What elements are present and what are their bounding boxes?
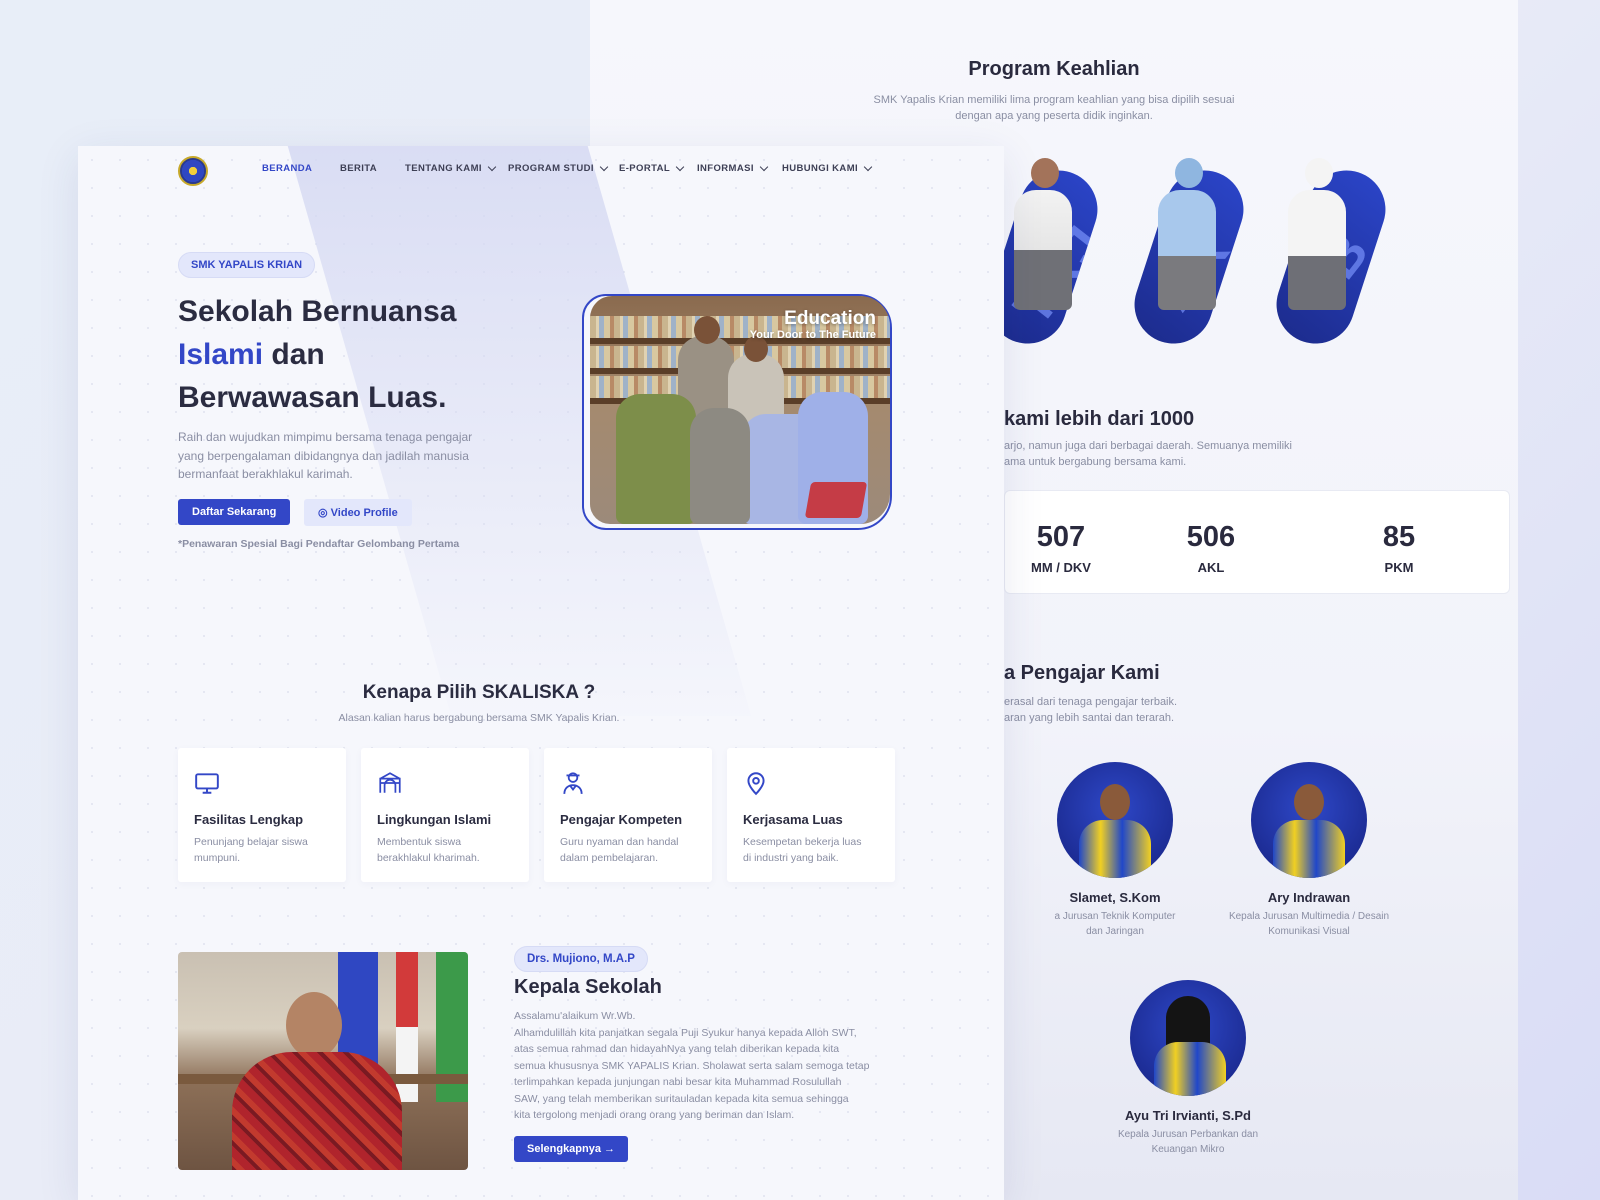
teacher-card[interactable]: Ayu Tri Irvianti, S.Pd Kepala Jurusan Pe… [1053, 980, 1323, 1157]
nav-berita[interactable]: BERITA [340, 163, 377, 174]
feature-card-kerjasama[interactable]: Kerjasama Luas Kesempetan bekerja luas di… [727, 748, 895, 882]
stat-mm-dkv: 507 MM / DKV [989, 521, 1133, 575]
teachers-title: a Pengajar Kami [1004, 662, 1160, 684]
hero-badge: SMK YAPALIS KRIAN [178, 252, 316, 278]
students-title: kami lebih dari 1000 [1004, 408, 1195, 430]
principal-message: Assalamu'alaikum Wr.Wb. Alhamdulillah ki… [514, 1010, 870, 1121]
students-subtitle: arjo, namun juga dari berbagai daerah. S… [1004, 440, 1292, 468]
avatar [1130, 980, 1246, 1096]
stat-pkm: 85 PKM [1327, 521, 1471, 575]
principal-photo [178, 952, 468, 1170]
stat-akl: 506 AKL [1139, 521, 1283, 575]
feature-card-fasilitas[interactable]: Fasilitas Lengkap Penunjang belajar sisw… [178, 748, 346, 882]
student-figure [1158, 158, 1220, 310]
hero-image-title: Education [784, 308, 876, 329]
feature-description: Penunjang belajar siswa mumpuni. [194, 836, 308, 864]
why-title: Kenapa Pilih SKALISKA ? [362, 682, 596, 703]
feature-title: Fasilitas Lengkap [194, 812, 304, 827]
principal-name-badge: Drs. Mujiono, M.A.P [514, 946, 648, 972]
daftar-sekarang-button[interactable]: Daftar Sekarang [178, 499, 291, 525]
feature-description: Guru nyaman dan handal dalam pembelajaran… [560, 836, 679, 864]
chevron-down-icon [675, 162, 685, 171]
stat-value: 85 [1382, 521, 1416, 553]
principal-title: Kepala Sekolah [514, 976, 662, 998]
nav-hubungi-kami[interactable]: HUBUNGI KAMI [782, 162, 873, 174]
chevron-down-icon [863, 162, 873, 171]
hero-title-highlight: Islami [178, 338, 264, 371]
hero-image: Education Your Door to The Future [590, 296, 890, 524]
nav-e-portal[interactable]: E-PORTAL [619, 162, 685, 174]
feature-card-lingkungan[interactable]: Lingkungan Islami Membentuk siswa berakhl… [361, 748, 529, 882]
stat-label: PKM [1384, 560, 1414, 575]
nav-beranda[interactable]: BERANDA [262, 163, 312, 174]
why-subtitle: Alasan kalian harus bergabung bersama SM… [338, 712, 620, 724]
chevron-down-icon [599, 162, 609, 171]
promo-note: *Penawaran Spesial Bagi Pendaftar Gelomb… [178, 538, 460, 550]
teachers-subtitle: erasal dari tenaga pengajar terbaik. ara… [1004, 696, 1178, 724]
hero-image-subtitle: Your Door to The Future [749, 329, 876, 341]
front-page: BERANDA BERITA TENTANG KAMI PROGRAM STUD… [78, 146, 1004, 1200]
program-subtitle: SMK Yapalis Krian memiliki lima program … [873, 94, 1235, 122]
teacher-role: Kepala Jurusan Perbankan dan Keuangan Mi… [1117, 1129, 1259, 1155]
avatar [1057, 762, 1173, 878]
teacher-icon [563, 772, 583, 794]
student-figure [1014, 158, 1076, 310]
selengkapnya-button[interactable]: Selengkapnya → [514, 1136, 629, 1162]
feature-title: Pengajar Kompeten [560, 812, 683, 827]
feature-title: Kerjasama Luas [743, 812, 843, 827]
hero-description: Raih dan wujudkan mimpimu bersama tenaga… [178, 430, 473, 481]
feature-description: Membentuk siswa berakhlakul kharimah. [377, 836, 480, 864]
monitor-icon [195, 773, 219, 794]
school-logo[interactable] [178, 156, 208, 186]
feature-card-pengajar[interactable]: Pengajar Kompeten Guru nyaman dan handal… [544, 748, 712, 882]
chevron-down-icon [487, 162, 497, 171]
hero-title: Sekolah Bernuansa Islami dan Berwawasan … [178, 295, 457, 414]
avatar [1251, 762, 1367, 878]
stat-value: 506 [1186, 521, 1236, 553]
nav-informasi[interactable]: INFORMASI [697, 162, 769, 174]
feature-description: Kesempetan bekerja luas di industri yang … [743, 836, 862, 864]
feature-title: Lingkungan Islami [377, 812, 492, 827]
video-profile-button[interactable]: ◎ Video Profile [304, 499, 412, 526]
chevron-down-icon [759, 162, 769, 171]
teacher-name: Ary Indrawan [1267, 890, 1351, 905]
teacher-role: Kepala Jurusan Multimedia / Desain Komun… [1228, 911, 1390, 937]
map-pin-icon [747, 772, 765, 796]
stat-label: MM / DKV [1031, 560, 1091, 575]
stat-value: 507 [1036, 521, 1086, 553]
stat-label: AKL [1197, 560, 1225, 575]
stats-box: 507 MM / DKV 506 AKL 85 PKM [1004, 490, 1510, 594]
teacher-card[interactable]: Ary Indrawan Kepala Jurusan Multimedia /… [1174, 762, 1444, 939]
teacher-name: Ayu Tri Irvianti, S.Pd [1125, 1108, 1251, 1123]
program-title: Program Keahlian [968, 58, 1140, 80]
student-figure [1288, 158, 1350, 310]
nav-program-studi[interactable]: PROGRAM STUDI [508, 162, 609, 174]
nav-tentang-kami[interactable]: TENTANG KAMI [405, 162, 497, 174]
mosque-icon [379, 772, 401, 793]
